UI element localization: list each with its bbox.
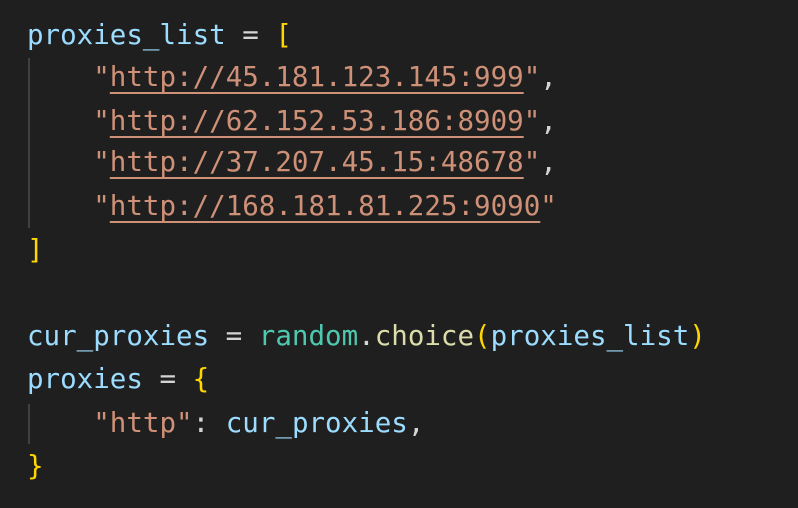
code-line-3: "http://62.152.53.186:8909", [27, 101, 557, 141]
variable-cur-proxies: cur_proxies [27, 320, 210, 352]
argument-proxies-list: proxies_list [490, 320, 690, 352]
dict-value-cur-proxies: cur_proxies [225, 407, 408, 439]
assign-operator: = [225, 19, 276, 51]
code-line-10: "http": cur_proxies, [27, 403, 424, 443]
comma: , [540, 61, 557, 93]
url-link[interactable]: http://168.181.81.225:9090 [110, 190, 540, 222]
url-link[interactable]: http://62.152.53.186:8909 [110, 105, 524, 137]
paren-open: ( [474, 320, 491, 352]
dict-key-http: http [109, 407, 177, 439]
quote: " [93, 146, 110, 178]
url-link[interactable]: http://45.181.123.145:999 [110, 61, 524, 93]
code-line-8: cur_proxies = random.choice(proxies_list… [27, 316, 706, 356]
assign-operator: = [209, 320, 259, 352]
comma: , [540, 146, 557, 178]
quote: " [523, 61, 541, 93]
dict-close-brace: } [27, 450, 44, 482]
code-line-4: "http://37.207.45.15:48678", [27, 142, 557, 182]
quote: " [176, 407, 193, 439]
comma: , [540, 105, 557, 137]
quote: " [93, 61, 110, 93]
quote: " [523, 105, 541, 137]
code-line-5: "http://168.181.81.225:9090" [27, 186, 557, 226]
function-choice: choice [374, 320, 475, 352]
variable-proxies: proxies [27, 363, 143, 395]
module-random: random [258, 320, 359, 352]
list-open-bracket: [ [275, 19, 292, 51]
quote: " [540, 190, 557, 222]
quote: " [523, 146, 541, 178]
dict-open-brace: { [192, 363, 210, 395]
code-line-9: proxies = { [27, 359, 209, 399]
quote: " [93, 407, 110, 439]
colon: : [192, 407, 226, 439]
dot: . [358, 320, 375, 352]
code-line-1: proxies_list = [ [27, 15, 292, 55]
paren-close: ) [689, 320, 706, 352]
code-line-6: ] [27, 230, 44, 270]
code-line-11: } [27, 446, 44, 486]
list-close-bracket: ] [27, 234, 44, 266]
code-line-2: "http://45.181.123.145:999", [27, 57, 557, 97]
code-editor[interactable]: proxies_list = [ "http://45.181.123.145:… [0, 0, 798, 508]
url-link[interactable]: http://37.207.45.15:48678 [110, 146, 524, 178]
quote: " [93, 105, 110, 137]
comma: , [407, 407, 425, 439]
assign-operator: = [142, 363, 193, 395]
variable-proxies-list: proxies_list [27, 19, 226, 51]
quote: " [93, 190, 110, 222]
